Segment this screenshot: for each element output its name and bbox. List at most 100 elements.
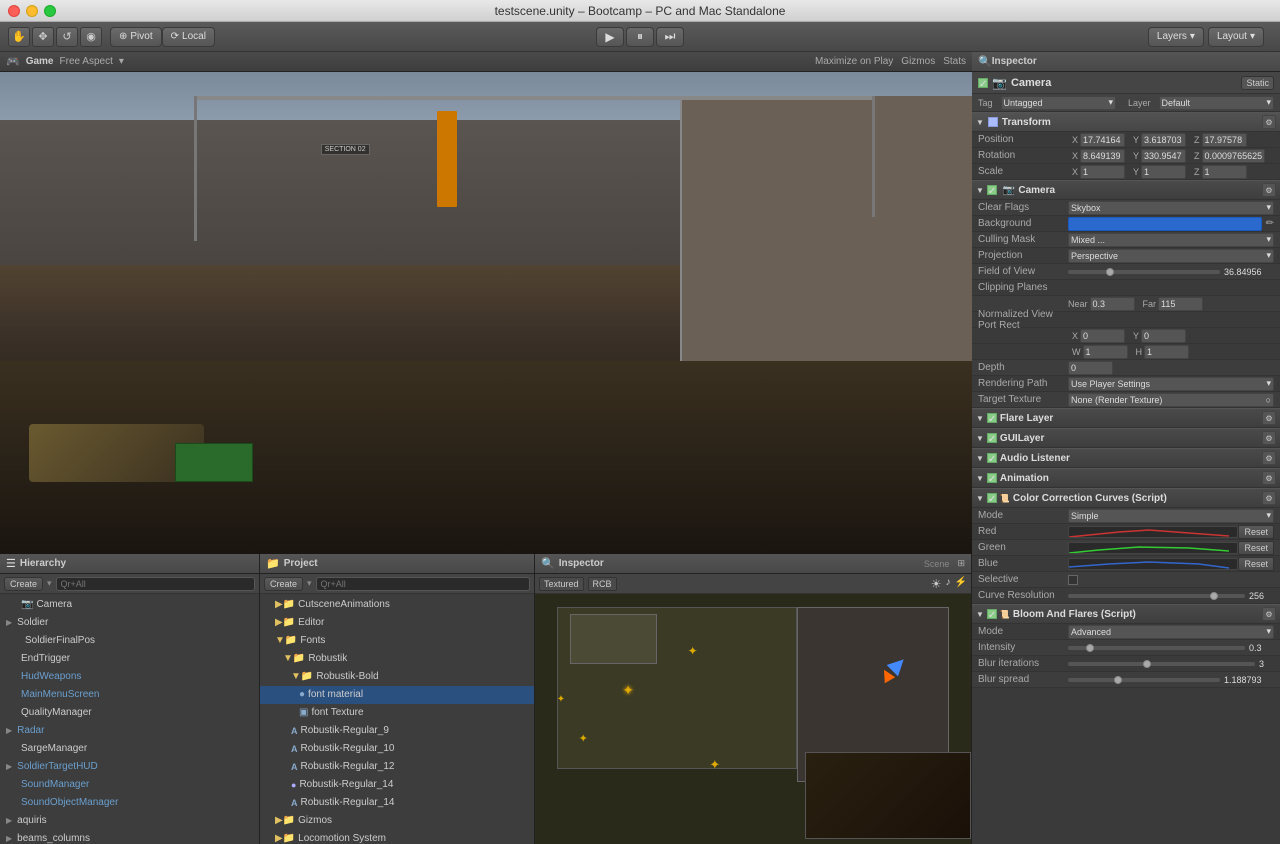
- curve-res-thumb[interactable]: [1210, 592, 1218, 600]
- gui-enabled[interactable]: ✓: [987, 433, 997, 443]
- bloom-settings-btn[interactable]: ⚙: [1262, 607, 1276, 621]
- blur-iter-thumb[interactable]: [1143, 660, 1151, 668]
- gizmos-btn[interactable]: Gizmos: [901, 56, 935, 67]
- hier-item-qualitymgr[interactable]: QualityManager: [0, 704, 259, 722]
- proj-editor[interactable]: ▶📁 Editor: [260, 614, 534, 632]
- camera-settings-btn[interactable]: ⚙: [1262, 183, 1276, 197]
- rot-z[interactable]: 0.0009765625: [1202, 149, 1266, 163]
- hand-tool-button[interactable]: ✋: [8, 27, 30, 47]
- step-button[interactable]: ⏭: [656, 27, 684, 47]
- maximize-on-play-btn[interactable]: Maximize on Play: [815, 56, 893, 67]
- scale-tool-button[interactable]: ◉: [80, 27, 102, 47]
- maximize-button[interactable]: [44, 5, 56, 17]
- flare-settings-btn[interactable]: ⚙: [1262, 411, 1276, 425]
- hier-item-soldiertarget[interactable]: ▶ SoldierTargetHUD: [0, 758, 259, 776]
- pos-y[interactable]: 3.618703: [1141, 133, 1186, 147]
- cc-enabled[interactable]: ✓: [987, 493, 997, 503]
- hierarchy-search[interactable]: [56, 577, 255, 591]
- proj-font-texture[interactable]: ▣ font Texture: [260, 704, 534, 722]
- audio-icon[interactable]: ♪: [946, 577, 951, 591]
- proj-robustik-9[interactable]: A Robustik-Regular_9: [260, 722, 534, 740]
- play-button[interactable]: ▶: [596, 27, 624, 47]
- proj-fonts[interactable]: ▼📁 Fonts: [260, 632, 534, 650]
- projection-dropdown[interactable]: Perspective ▾: [1068, 249, 1274, 263]
- proj-robustik-bold[interactable]: ▼📁 Robustik-Bold: [260, 668, 534, 686]
- rotate-tool-button[interactable]: ↺: [56, 27, 78, 47]
- textured-btn[interactable]: Textured: [539, 577, 584, 591]
- gui-settings-btn[interactable]: ⚙: [1262, 431, 1276, 445]
- proj-locomotion[interactable]: ▶📁 Locomotion System: [260, 830, 534, 844]
- hier-item-sargemgr[interactable]: SargeManager: [0, 740, 259, 758]
- flare-enabled[interactable]: ✓: [987, 413, 997, 423]
- intensity-thumb[interactable]: [1086, 644, 1094, 652]
- local-button[interactable]: ⟳ Local: [162, 27, 215, 47]
- pivot-button[interactable]: ⊕ Pivot: [110, 27, 162, 47]
- green-reset-btn[interactable]: Reset: [1238, 541, 1274, 555]
- camera-section-header[interactable]: ▼ ✓ 📷 Camera ⚙: [972, 180, 1280, 200]
- blur-spread-thumb[interactable]: [1114, 676, 1122, 684]
- vp-h[interactable]: 1: [1144, 345, 1189, 359]
- vp-y[interactable]: 0: [1141, 329, 1186, 343]
- proj-robustik-14b[interactable]: A Robustik-Regular_14: [260, 794, 534, 812]
- proj-font-material[interactable]: ● font material: [260, 686, 534, 704]
- background-color[interactable]: [1068, 217, 1262, 231]
- audio-enabled[interactable]: ✓: [987, 453, 997, 463]
- pos-x[interactable]: 17.74164: [1080, 133, 1125, 147]
- vp-w[interactable]: 1: [1083, 345, 1128, 359]
- blue-reset-btn[interactable]: Reset: [1238, 557, 1274, 571]
- minimize-button[interactable]: [26, 5, 38, 17]
- depth-value[interactable]: 0: [1068, 361, 1113, 375]
- audio-listener-header[interactable]: ▼ ✓ Audio Listener ⚙: [972, 448, 1280, 468]
- cc-settings-btn[interactable]: ⚙: [1262, 491, 1276, 505]
- target-texture-field[interactable]: None (Render Texture) ○: [1068, 393, 1274, 407]
- bloom-enabled[interactable]: ✓: [987, 609, 997, 619]
- hier-item-beams[interactable]: ▶ beams_columns: [0, 830, 259, 844]
- hier-item-camera[interactable]: 📷 Camera: [0, 596, 259, 614]
- scale-x[interactable]: 1: [1080, 165, 1125, 179]
- selective-checkbox[interactable]: [1068, 575, 1078, 585]
- hier-item-mainmenu[interactable]: MainMenuScreen: [0, 686, 259, 704]
- hier-item-hudweapons[interactable]: HudWeapons: [0, 668, 259, 686]
- red-curve[interactable]: [1068, 526, 1238, 538]
- proj-cutscene[interactable]: ▶📁 CutsceneAnimations: [260, 596, 534, 614]
- static-button[interactable]: Static: [1241, 76, 1274, 90]
- hier-item-aquiris[interactable]: ▶ aquiris: [0, 812, 259, 830]
- hier-item-soundmgr[interactable]: SoundManager: [0, 776, 259, 794]
- gui-layer-header[interactable]: ▼ ✓ GUILayer ⚙: [972, 428, 1280, 448]
- color-correction-header[interactable]: ▼ ✓ 📜 Color Correction Curves (Script) ⚙: [972, 488, 1280, 508]
- proj-gizmos[interactable]: ▶📁 Gizmos: [260, 812, 534, 830]
- proj-robustik-10[interactable]: A Robustik-Regular_10: [260, 740, 534, 758]
- vp-x[interactable]: 0: [1080, 329, 1125, 343]
- culling-dropdown[interactable]: Mixed ... ▾: [1068, 233, 1274, 247]
- move-tool-button[interactable]: ✥: [32, 27, 54, 47]
- transform-settings-btn[interactable]: ⚙: [1262, 115, 1276, 129]
- anim-settings-btn[interactable]: ⚙: [1262, 471, 1276, 485]
- pause-button[interactable]: ⏸: [626, 27, 654, 47]
- rot-x[interactable]: 8.649139: [1080, 149, 1125, 163]
- layout-dropdown[interactable]: Layout ▾: [1208, 27, 1264, 47]
- scale-z[interactable]: 1: [1202, 165, 1247, 179]
- color-picker-icon[interactable]: ✏: [1266, 218, 1274, 229]
- animation-header[interactable]: ▼ ✓ Animation ⚙: [972, 468, 1280, 488]
- clear-flags-dropdown[interactable]: Skybox ▾: [1068, 201, 1274, 215]
- bloom-mode-dropdown[interactable]: Advanced ▾: [1068, 625, 1274, 639]
- rot-y[interactable]: 330.9547: [1141, 149, 1186, 163]
- flare-layer-header[interactable]: ▼ ✓ Flare Layer ⚙: [972, 408, 1280, 428]
- project-create-btn[interactable]: Create: [264, 577, 303, 591]
- red-reset-btn[interactable]: Reset: [1238, 525, 1274, 539]
- object-enabled-checkbox[interactable]: ✓: [978, 78, 988, 88]
- cc-mode-dropdown[interactable]: Simple ▾: [1068, 509, 1274, 523]
- layer-dropdown[interactable]: Default ▾: [1159, 96, 1274, 110]
- hierarchy-create-btn[interactable]: Create: [4, 577, 43, 591]
- hier-item-endtrigger[interactable]: EndTrigger: [0, 650, 259, 668]
- hier-item-soldier[interactable]: ▶ Soldier: [0, 614, 259, 632]
- tag-dropdown[interactable]: Untagged ▾: [1001, 96, 1116, 110]
- project-search[interactable]: [316, 577, 530, 591]
- near-value[interactable]: 0.3: [1090, 297, 1135, 311]
- proj-robustik-14a[interactable]: ● Robustik-Regular_14: [260, 776, 534, 794]
- rcb-btn[interactable]: RCB: [588, 577, 617, 591]
- blue-curve[interactable]: [1068, 558, 1238, 570]
- scale-y[interactable]: 1: [1141, 165, 1186, 179]
- proj-robustik[interactable]: ▼📁 Robustik: [260, 650, 534, 668]
- hier-item-soldierpos[interactable]: SoldierFinalPos: [0, 632, 259, 650]
